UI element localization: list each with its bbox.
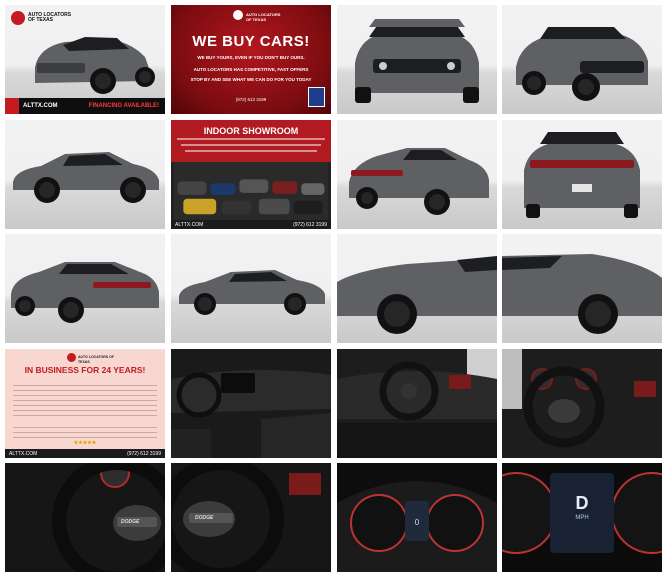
footer-website: ALTTX.COM [9,450,38,457]
photo-tile-dash-passenger[interactable] [171,349,331,458]
car-rear-angle-photo [11,262,159,323]
steering-wheel-photo [502,349,662,458]
photo-tile-side-rear-detail[interactable] [502,234,662,343]
promo-line-1: WE BUY YOURS, EVEN IF YOU DON'T BUY OURS… [197,55,305,60]
logo-line-2: OF TEXAS [28,17,54,23]
brand-logo-text: AUTO LOCATORS OF TEXAS [78,355,114,364]
promo-headline: WE BUY CARS! [192,33,310,50]
showroom-headline: INDOOR SHOWROOM [203,126,299,136]
promo-line-2: AUTO LOCATORS HAS COMPETITIVE, FAST OFFE… [193,67,309,72]
photo-tile-dash-driver[interactable] [337,349,497,458]
showroom-floor-photo [173,162,329,220]
photo-tile-front[interactable] [337,5,497,114]
award-badge-icon [308,87,325,107]
promo-line-3: STOP BY AND SEE WHAT WE CAN DO FOR YOU T… [190,77,312,82]
photo-tile-indoor-showroom[interactable]: INDOOR SHOWROOM ALTTX.COM (972) 612 3199 [171,120,331,229]
showroom-footer-bar: ALTTX.COM (972) 612 3199 [171,220,331,229]
photo-tile-we-buy-cars[interactable]: AUTO LOCATORS OF TEXAS WE BUY CARS! WE B… [171,5,331,114]
brand-logo-text: AUTO LOCATORS OF TEXAS [28,13,71,23]
photo-tile-rear-angle[interactable] [5,234,165,343]
gear-readout: D [575,493,589,513]
photo-tile-rear-quarter[interactable] [337,120,497,229]
car-side-far-photo [179,270,325,315]
photo-gallery-grid: AUTO LOCATORS OF TEXAS ALTTX.COM FINANCI… [0,0,662,572]
rating-stars: ★★★★★ [73,440,97,446]
dodge-badge: DODGE [121,519,140,525]
footer-phone: (972) 612 3199 [293,221,327,228]
photo-tile-in-business[interactable]: AUTO LOCATORS OF TEXAS IN BUSINESS FOR 2… [5,349,165,458]
promo-phone: (972) 612 3199 [235,97,267,102]
dashboard-passenger-photo [171,349,331,458]
photo-tile-rear[interactable] [502,120,662,229]
car-rear-photo [524,132,640,218]
brand-logo-icon [11,11,25,25]
photo-tile-steering-wheel[interactable] [502,349,662,458]
car-rear-quarter-photo [349,148,489,215]
website-label: ALTTX.COM [23,103,58,109]
brand-logo-text: AUTO LOCATORS OF TEXAS [246,12,281,22]
photo-tile-gauge-cluster[interactable]: 0 [337,463,497,572]
brand-logo-icon [233,10,243,20]
business-headline: IN BUSINESS FOR 24 YEARS! [24,365,146,375]
photo-tile-wheel-left[interactable]: DODGE [5,463,165,572]
photo-tile-side-profile[interactable] [5,120,165,229]
dashboard-driver-photo [337,349,497,458]
car-front-angle-photo [516,27,648,101]
footer-phone: (972) 612 3199 [127,450,161,457]
car-front-photo [355,19,479,103]
business-footer-bar: ALTTX.COM (972) 612 3199 [5,449,165,458]
showroom-text-line [177,138,325,140]
testimonial-text [13,423,157,439]
photo-tile-side-far[interactable] [171,234,331,343]
financing-label: FINANCING AVAILABLE! [88,103,159,109]
photo-tile-front-angle[interactable] [502,5,662,114]
dodge-badge: DODGE [195,515,214,521]
footer-website: ALTTX.COM [175,221,204,228]
steering-wheel-left-photo [5,463,165,572]
gauge-cluster-photo: 0 [337,463,497,572]
showroom-text-line [185,150,317,152]
speed-unit-label: MPH [575,515,589,521]
photo-tile-digital-display[interactable]: D MPH [502,463,662,572]
photo-tile-front-three-quarter[interactable]: AUTO LOCATORS OF TEXAS ALTTX.COM FINANCI… [5,5,165,114]
car-side-rear-detail-photo [502,254,662,334]
showroom-text-line [181,144,321,146]
promo-band-accent [5,98,19,114]
car-side-photo [13,152,159,203]
business-description-text [13,381,157,419]
car-side-front-detail-photo [337,256,497,334]
photo-tile-wheel-center[interactable]: DODGE [171,463,331,572]
svg-text:0: 0 [415,518,420,527]
promo-band: ALTTX.COM FINANCING AVAILABLE! [5,98,165,114]
photo-tile-side-front-detail[interactable] [337,234,497,343]
brand-logo-icon [67,353,76,362]
